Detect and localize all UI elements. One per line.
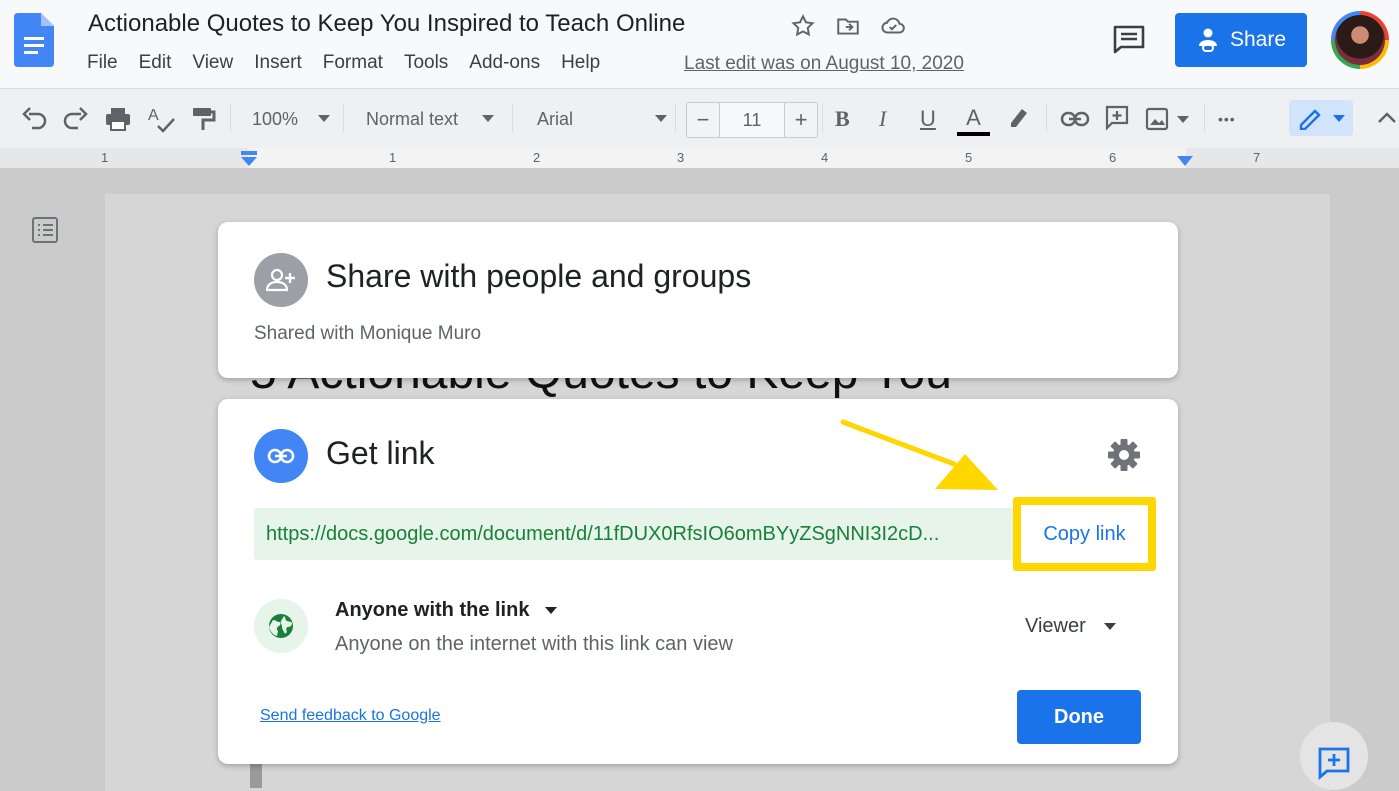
font-size-control: − 11 + bbox=[686, 102, 818, 138]
toolbar-divider bbox=[1204, 104, 1205, 132]
done-button[interactable]: Done bbox=[1017, 690, 1141, 744]
share-button[interactable]: Share bbox=[1175, 13, 1307, 67]
bold-button[interactable]: B bbox=[835, 104, 850, 134]
globe-avatar bbox=[254, 599, 308, 653]
link-access-label: Anyone with the link bbox=[335, 599, 530, 621]
share-button-label: Share bbox=[1229, 28, 1287, 51]
menu-file[interactable]: File bbox=[87, 52, 118, 74]
get-link-title: Get link bbox=[326, 435, 435, 471]
role-value: Viewer bbox=[1025, 615, 1086, 637]
zoom-select[interactable]: 100% bbox=[252, 104, 331, 134]
print-icon[interactable] bbox=[104, 106, 132, 132]
insert-image-icon[interactable] bbox=[1144, 106, 1192, 132]
menu-help[interactable]: Help bbox=[561, 52, 600, 74]
right-indent-marker-icon[interactable] bbox=[1175, 154, 1195, 168]
person-add-icon bbox=[266, 268, 295, 292]
star-icon[interactable] bbox=[790, 13, 816, 39]
text-color-button[interactable]: A bbox=[957, 104, 990, 136]
document-title[interactable]: Actionable Quotes to Keep You Inspired t… bbox=[88, 10, 685, 38]
zoom-value: 100% bbox=[252, 108, 299, 129]
avatar[interactable] bbox=[1331, 11, 1389, 69]
ruler-number: 3 bbox=[677, 150, 685, 165]
ruler-number: 2 bbox=[533, 150, 541, 165]
menu-edit[interactable]: Edit bbox=[139, 52, 172, 74]
link-access-description: Anyone on the internet with this link ca… bbox=[335, 633, 733, 655]
add-comment-button[interactable] bbox=[1300, 722, 1368, 790]
person-add-avatar bbox=[254, 253, 308, 307]
link-access-dropdown[interactable]: Anyone with the link bbox=[335, 599, 558, 622]
send-feedback-link[interactable]: Send feedback to Google bbox=[260, 707, 441, 725]
role-dropdown[interactable]: Viewer bbox=[1025, 615, 1116, 638]
avatar-photo bbox=[1335, 15, 1385, 65]
more-options-button[interactable]: ••• bbox=[1218, 104, 1236, 134]
chevron-down-icon bbox=[655, 115, 668, 122]
text-cursor-block bbox=[250, 764, 262, 788]
collapse-menus-icon[interactable] bbox=[1376, 108, 1398, 126]
last-edit-link[interactable]: Last edit was on August 10, 2020 bbox=[684, 53, 964, 75]
font-size-decrease-button[interactable]: − bbox=[687, 107, 719, 133]
move-to-folder-icon[interactable] bbox=[835, 13, 861, 39]
menu-view[interactable]: View bbox=[192, 52, 233, 74]
paint-format-icon[interactable] bbox=[190, 106, 216, 132]
share-with-people-card[interactable] bbox=[218, 222, 1178, 378]
toolbar-divider bbox=[230, 104, 231, 132]
chevron-down-icon bbox=[545, 606, 558, 614]
copy-link-button[interactable]: Copy link bbox=[1021, 505, 1148, 563]
font-select[interactable]: Arial bbox=[537, 104, 668, 134]
font-value: Arial bbox=[537, 108, 574, 129]
chevron-down-icon bbox=[482, 115, 495, 122]
undo-icon[interactable] bbox=[20, 106, 48, 132]
menu-insert[interactable]: Insert bbox=[254, 52, 302, 74]
add-comment-icon bbox=[1318, 747, 1350, 780]
chevron-down-icon bbox=[1103, 622, 1116, 630]
share-dialog-title: Share with people and groups bbox=[326, 258, 752, 294]
toolbar-divider bbox=[512, 104, 513, 132]
ruler-number: 7 bbox=[1253, 150, 1261, 165]
spell-check-icon[interactable]: A bbox=[146, 104, 176, 134]
link-avatar bbox=[254, 429, 308, 483]
editing-mode-button[interactable] bbox=[1289, 100, 1353, 136]
ruler-number: 6 bbox=[1109, 150, 1117, 165]
ruler-number: 1 bbox=[101, 150, 109, 165]
svg-text:A: A bbox=[148, 107, 159, 124]
share-link-field[interactable]: https://docs.google.com/document/d/11fDU… bbox=[254, 508, 1014, 560]
font-size-input[interactable]: 11 bbox=[719, 103, 785, 137]
ruler-number: 5 bbox=[965, 150, 973, 165]
paragraph-style-select[interactable]: Normal text bbox=[366, 104, 495, 134]
chevron-down-icon bbox=[318, 115, 331, 122]
add-comment-icon[interactable] bbox=[1104, 104, 1130, 132]
globe-icon bbox=[269, 614, 293, 638]
document-outline-icon[interactable] bbox=[30, 215, 60, 245]
shared-with-text: Shared with Monique Muro bbox=[254, 323, 482, 344]
link-icon bbox=[267, 448, 295, 464]
underline-button[interactable]: U bbox=[920, 104, 936, 134]
menu-tools[interactable]: Tools bbox=[404, 52, 448, 74]
font-size-increase-button[interactable]: + bbox=[785, 107, 817, 133]
indent-marker-icon[interactable] bbox=[239, 151, 259, 167]
toolbar-divider bbox=[675, 104, 676, 132]
menu-format[interactable]: Format bbox=[323, 52, 383, 74]
docs-logo-icon[interactable] bbox=[14, 13, 54, 67]
insert-link-icon[interactable] bbox=[1060, 108, 1090, 130]
toolbar-divider bbox=[343, 104, 344, 132]
paragraph-style-value: Normal text bbox=[366, 108, 459, 129]
gear-icon[interactable] bbox=[1106, 437, 1142, 473]
menu-bar: File Edit View Insert Format Tools Add-o… bbox=[87, 52, 621, 74]
ruler-number: 4 bbox=[821, 150, 829, 165]
yellow-arrow-annotation bbox=[840, 419, 998, 490]
pencil-icon bbox=[1299, 109, 1345, 130]
lock-person-icon bbox=[1198, 28, 1217, 52]
comment-history-icon[interactable] bbox=[1112, 24, 1146, 54]
menu-addons[interactable]: Add-ons bbox=[469, 52, 540, 74]
highlight-color-icon[interactable] bbox=[1006, 105, 1030, 131]
toolbar-divider bbox=[1046, 104, 1047, 132]
redo-icon[interactable] bbox=[62, 106, 90, 132]
cloud-saved-icon[interactable] bbox=[880, 13, 906, 39]
toolbar-divider bbox=[822, 104, 823, 132]
italic-button[interactable]: I bbox=[879, 104, 886, 134]
ruler-number: 1 bbox=[389, 150, 397, 165]
